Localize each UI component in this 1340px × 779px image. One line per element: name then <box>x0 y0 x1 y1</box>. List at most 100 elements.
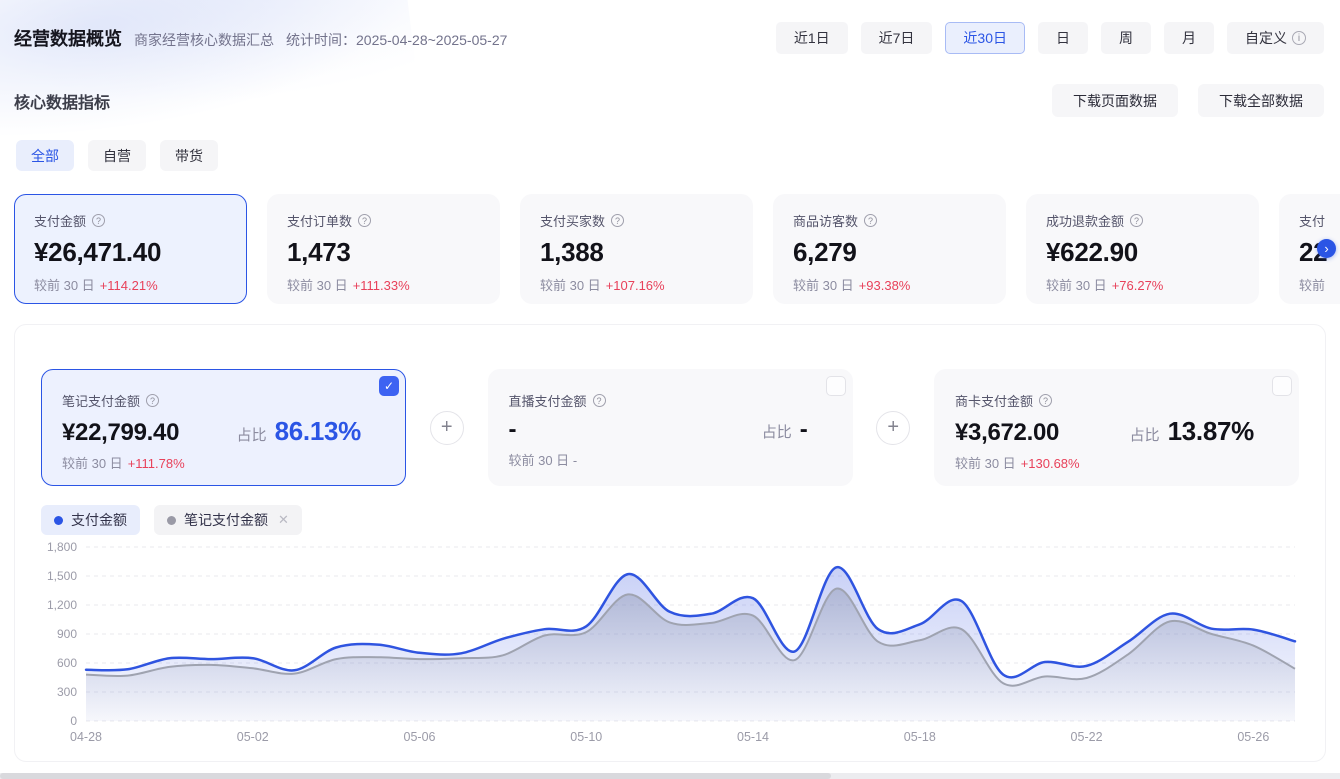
tab-all[interactable]: 全部 <box>16 140 74 171</box>
share-label: 占比 <box>1129 427 1160 444</box>
sub-card-note-payment[interactable]: ✓ 笔记支付金额? ¥22,799.40 占比 86.13% 较前 30 日 +11… <box>41 369 406 486</box>
range-button-30d[interactable]: 近30日 <box>945 22 1025 54</box>
stat-time-range: 统计时间：2025-04-28~2025-05-27 <box>286 32 508 48</box>
svg-text:900: 900 <box>57 627 77 641</box>
checkbox-unchecked-icon[interactable] <box>825 376 846 396</box>
metric-card-value: 1,388 <box>540 237 604 267</box>
sub-card-title: 商卡支付金额 <box>955 394 1034 409</box>
range-button-7d[interactable]: 近7日 <box>860 22 933 54</box>
svg-text:05-10: 05-10 <box>570 730 602 744</box>
question-icon[interactable]: ? <box>92 214 106 227</box>
metric-card-change: 较前 <box>1299 278 1326 293</box>
scrollbar-thumb[interactable] <box>0 773 831 779</box>
sub-card-value: ¥22,799.40 <box>62 419 180 446</box>
tab-self-operated[interactable]: 自营 <box>88 140 146 171</box>
sub-card-title: 笔记支付金额 <box>62 394 141 409</box>
metric-card-title: 支付金额 <box>34 214 87 229</box>
range-button-custom-label: 自定义 <box>1245 30 1287 46</box>
plus-icon[interactable]: + <box>876 410 911 445</box>
metric-card-change: 较前 30 日 +107.16% <box>540 278 665 293</box>
legend-item-note-payment[interactable]: 笔记支付金额 ✕ <box>154 505 302 535</box>
chart-legend: 支付金额 笔记支付金额 ✕ <box>41 505 1299 535</box>
sub-card-product-card-payment[interactable]: 商卡支付金额? ¥3,672.00 占比 13.87% 较前 30 日 +130.6… <box>934 369 1299 486</box>
svg-text:300: 300 <box>57 685 77 699</box>
metric-cards-row: 支付金额? ¥26,471.40 较前 30 日 +114.21% 支付订单数? … <box>0 194 1340 306</box>
svg-text:05-26: 05-26 <box>1237 730 1269 744</box>
download-all-data-button[interactable]: 下载全部数据 <box>1198 84 1324 117</box>
scope-tabs: 全部 自营 带货 <box>0 140 1340 171</box>
payment-breakdown-panel: ✓ 笔记支付金额? ¥22,799.40 占比 86.13% 较前 30 日 +11… <box>14 324 1326 762</box>
page-title: 经营数据概览 <box>14 29 122 49</box>
core-metrics-header: 核心数据指标 下载页面数据 下载全部数据 <box>0 84 1340 117</box>
metric-card-value: 6,279 <box>793 237 857 267</box>
metric-card-change: 较前 30 日 +114.21% <box>34 278 158 293</box>
question-icon[interactable]: ? <box>592 394 606 407</box>
question-icon[interactable]: ? <box>146 394 160 407</box>
share-value: 86.13% <box>274 416 362 446</box>
sub-cards-row: ✓ 笔记支付金额? ¥22,799.40 占比 86.13% 较前 30 日 +11… <box>41 369 1299 486</box>
range-button-month[interactable]: 月 <box>1164 22 1214 54</box>
range-button-day[interactable]: 日 <box>1038 22 1088 54</box>
metric-card-title: 支付订单数 <box>287 214 353 229</box>
metric-card-title: 成功退款金额 <box>1046 214 1125 229</box>
legend-dot-gray <box>167 515 176 525</box>
share-label: 占比 <box>761 424 792 441</box>
metric-card-payment-amount[interactable]: 支付金额? ¥26,471.40 较前 30 日 +114.21% <box>14 194 247 304</box>
share-label: 占比 <box>236 427 267 444</box>
question-icon[interactable]: ? <box>358 214 372 227</box>
svg-text:04-28: 04-28 <box>70 730 102 744</box>
svg-text:05-06: 05-06 <box>404 730 436 744</box>
svg-text:1,200: 1,200 <box>47 598 77 612</box>
info-icon: i <box>1292 31 1306 45</box>
metric-card-value: ¥622.90 <box>1046 237 1138 267</box>
sub-card-live-payment[interactable]: 直播支付金额? - 占比 - 较前 30 日 - <box>487 369 853 486</box>
metric-card-refund-amount[interactable]: 成功退款金额? ¥622.90 较前 30 日 +76.27% <box>1026 194 1259 304</box>
page-header: 经营数据概览 商家经营核心数据汇总 统计时间：2025-04-28~2025-0… <box>0 0 1340 54</box>
download-page-data-button[interactable]: 下载页面数据 <box>1052 84 1178 117</box>
payment-trend-chart: 0 300 600 900 1,200 1,500 1,800 04-28 05-02 05-06… <box>41 540 1299 755</box>
share-value: - <box>799 416 808 443</box>
share-value: 13.87% <box>1167 416 1255 446</box>
question-icon[interactable]: ? <box>1039 394 1053 407</box>
carousel-next-button[interactable]: › <box>1317 239 1336 258</box>
plus-icon[interactable]: + <box>429 410 464 445</box>
sub-card-value: ¥3,672.00 <box>955 419 1060 446</box>
legend-dot-blue <box>54 515 63 525</box>
svg-text:05-02: 05-02 <box>237 730 269 744</box>
question-icon[interactable]: ? <box>1130 214 1144 227</box>
checkbox-checked-icon[interactable]: ✓ <box>379 376 399 396</box>
range-button-custom[interactable]: 自定义 i <box>1227 22 1324 54</box>
range-button-week[interactable]: 周 <box>1101 22 1151 54</box>
metric-card-title: 商品访客数 <box>793 214 859 229</box>
checkbox-unchecked-icon[interactable] <box>1272 376 1292 396</box>
metric-card-title: 支付买家数 <box>540 214 606 229</box>
metric-card-change: 较前 30 日 +76.27% <box>1046 278 1164 293</box>
metric-card-change: 较前 30 日 +93.38% <box>793 278 911 293</box>
sub-card-change: 较前 30 日 - <box>508 453 578 468</box>
range-button-1d[interactable]: 近1日 <box>775 22 848 54</box>
svg-text:600: 600 <box>57 656 77 670</box>
metric-card-buyer-count[interactable]: 支付买家数? 1,388 较前 30 日 +107.16% <box>520 194 753 304</box>
question-icon[interactable]: ? <box>611 214 625 227</box>
metric-card-value: ¥26,471.40 <box>34 237 162 267</box>
svg-text:05-22: 05-22 <box>1071 730 1103 744</box>
sub-card-title: 直播支付金额 <box>508 394 587 409</box>
metric-card-change: 较前 30 日 +111.33% <box>287 278 410 293</box>
chevron-right-icon: › <box>1324 240 1329 256</box>
close-icon[interactable]: ✕ <box>278 512 289 528</box>
horizontal-scrollbar[interactable] <box>0 773 1340 779</box>
legend-item-payment-amount[interactable]: 支付金额 <box>41 505 140 535</box>
svg-text:1,800: 1,800 <box>47 542 77 554</box>
page-subtitle: 商家经营核心数据汇总 <box>134 32 274 48</box>
metric-card-product-visitors[interactable]: 商品访客数? 6,279 较前 30 日 +93.38% <box>773 194 1006 304</box>
metric-card-order-count[interactable]: 支付订单数? 1,473 较前 30 日 +111.33% <box>267 194 500 304</box>
tab-carry-goods[interactable]: 带货 <box>160 140 218 171</box>
sub-card-change: 较前 30 日 +111.78% <box>62 456 185 471</box>
svg-text:05-14: 05-14 <box>737 730 769 744</box>
metric-card-title: 支付 <box>1299 214 1326 229</box>
svg-text:0: 0 <box>70 714 77 728</box>
metric-card-value: 1,473 <box>287 237 351 267</box>
question-icon[interactable]: ? <box>864 214 878 227</box>
area-chart-svg: 0 300 600 900 1,200 1,500 1,800 04-28 05-02 05-06… <box>47 540 1297 744</box>
sub-card-value: - <box>508 416 517 443</box>
